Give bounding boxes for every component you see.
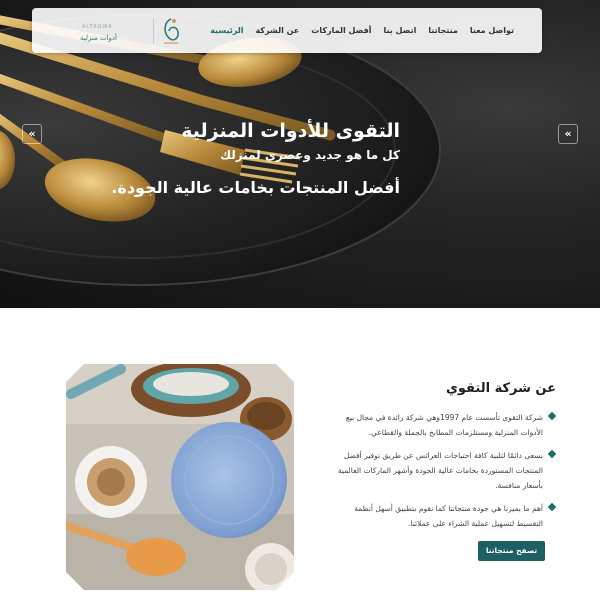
logo-text-ar: أدوات منزلية: [80, 34, 117, 42]
brand-logo[interactable]: ALTAQWA أدوات منزلية: [60, 14, 180, 48]
browse-products-button[interactable]: تصفح منتجاتنا: [478, 541, 545, 561]
about-item: شركة التقوى تأسست عام 1997وهي شركة رائدة…: [326, 410, 557, 440]
nav-item-contact-us[interactable]: اتصل بنا: [383, 26, 416, 35]
logo-mark-icon: [164, 18, 179, 44]
about-item-text: أهم ما يميزنا هي جودة منتجاتنا كما نقوم …: [354, 504, 543, 528]
about-list: شركة التقوى تأسست عام 1997وهي شركة رائدة…: [326, 410, 557, 539]
nav-item-about[interactable]: عن الشركة: [255, 26, 299, 35]
hero-slider: ALTAQWA أدوات منزلية الرئيسية عن الشركة …: [0, 0, 600, 308]
logo-divider: [153, 18, 154, 44]
nav-item-get-in-touch[interactable]: تواصل معنا: [470, 26, 514, 35]
hero-tagline: أفضل المنتجات بخامات عالية الجودة.: [111, 178, 400, 197]
slider-next-button[interactable]: «: [558, 124, 578, 144]
main-nav: الرئيسية عن الشركة أفضل الماركات اتصل بن…: [210, 8, 514, 53]
nav-item-home[interactable]: الرئيسية: [210, 26, 243, 35]
slider-prev-button[interactable]: «: [22, 124, 42, 144]
navbar: ALTAQWA أدوات منزلية الرئيسية عن الشركة …: [32, 8, 542, 53]
about-item: نسعى دائمًا لتلبية كافة احتياجات العرائس…: [326, 448, 557, 493]
nav-item-brands[interactable]: أفضل الماركات: [311, 26, 371, 35]
kitchenware-photo: [66, 364, 294, 590]
hero-title: التقوى للأدوات المنزلية: [181, 120, 400, 142]
hero-subtitle: كل ما هو جديد وعصري لمنزلك: [220, 148, 400, 162]
about-kitchenware-image: [66, 364, 294, 590]
diamond-bullet-icon: [547, 449, 557, 459]
about-item: أهم ما يميزنا هي جودة منتجاتنا كما نقوم …: [326, 501, 557, 531]
diamond-bullet-icon: [547, 502, 557, 512]
logo-text-en: ALTAQWA: [82, 24, 113, 30]
diamond-bullet-icon: [547, 411, 557, 421]
about-item-text: نسعى دائمًا لتلبية كافة احتياجات العرائس…: [337, 451, 543, 490]
about-heading: عن شركة التقوي: [445, 381, 556, 396]
nav-item-products[interactable]: منتجاتنا: [428, 26, 458, 35]
about-item-text: شركة التقوى تأسست عام 1997وهي شركة رائدة…: [345, 413, 543, 437]
